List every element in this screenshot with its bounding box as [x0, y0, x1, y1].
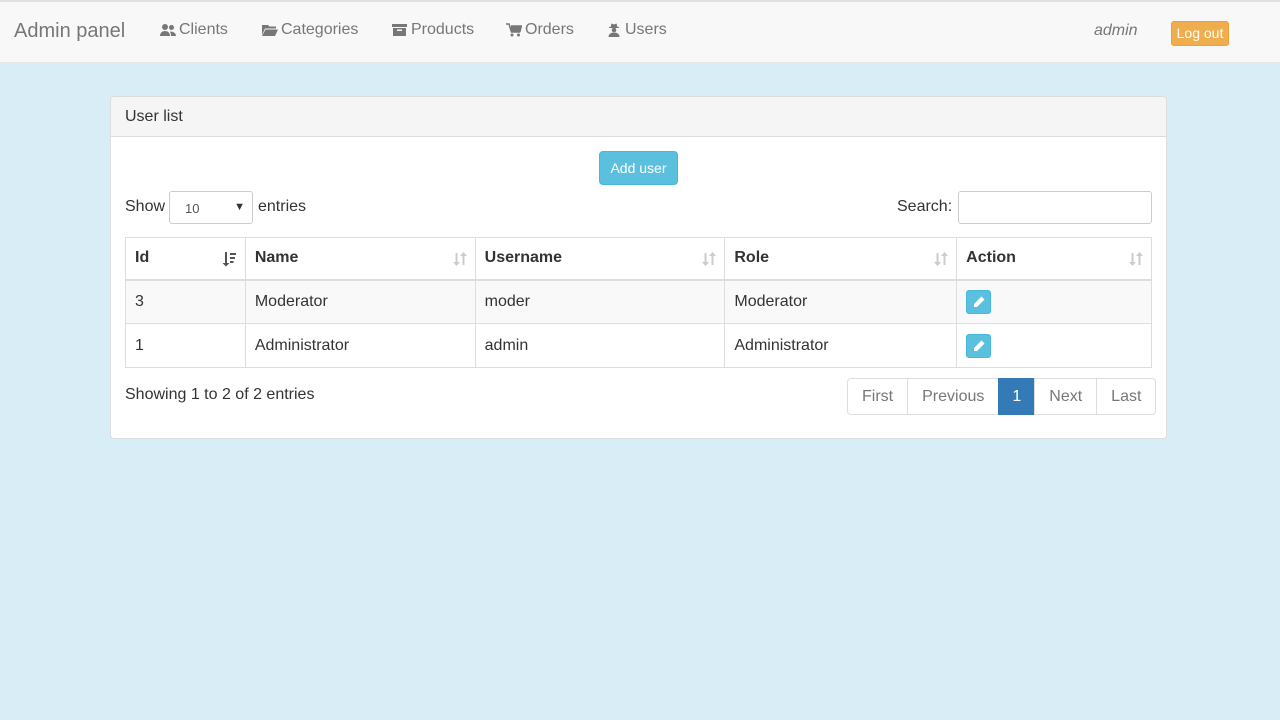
folder-open-icon [262, 25, 278, 36]
table-row: 1 Administrator admin Administrator [125, 323, 1152, 368]
sort-both-icon [702, 252, 717, 266]
cell-role: Administrator [724, 323, 958, 368]
user-list-panel: User list Add user Show 10 ▼ entries Sea… [110, 96, 1167, 439]
archive-icon [392, 24, 407, 36]
column-header-role[interactable]: Role [724, 237, 958, 281]
entries-per-page-select[interactable]: 10 ▼ [169, 191, 253, 224]
table-header-row: Id Name Username Role Action [125, 237, 1152, 281]
cell-username: moder [474, 279, 726, 324]
column-header-label: Username [484, 249, 563, 267]
page-first-button[interactable]: First [847, 378, 909, 415]
panel-title: User list [111, 97, 1166, 137]
sort-both-icon [934, 252, 949, 266]
nav-item-label: Clients [179, 21, 228, 38]
cell-action [956, 279, 1152, 324]
add-user-button[interactable]: Add user [599, 151, 678, 185]
cell-name: Administrator [244, 323, 476, 368]
brand-title[interactable]: Admin panel [14, 20, 125, 43]
entries-selected-value: 10 [185, 201, 200, 216]
caret-down-icon: ▼ [234, 201, 245, 213]
nav-item-label: Orders [525, 21, 574, 38]
table-info-text: Showing 1 to 2 of 2 entries [125, 386, 315, 403]
table-row: 3 Moderator moder Moderator [125, 279, 1152, 324]
users-icon [160, 24, 176, 36]
pagination: First Previous 1 Next Last [847, 378, 1157, 415]
sort-both-icon [1129, 252, 1143, 266]
top-navbar: Admin panel Clients Categories Products … [0, 0, 1280, 63]
cell-id: 1 [125, 323, 246, 368]
edit-user-button[interactable] [966, 289, 992, 314]
nav-item-label: Categories [281, 21, 359, 38]
sort-both-icon [452, 252, 467, 266]
pencil-icon [973, 296, 985, 307]
page-last-button[interactable]: Last [1096, 378, 1157, 415]
page-1-button[interactable]: 1 [998, 378, 1036, 415]
nav-item-products[interactable]: Products [392, 21, 474, 39]
show-label: Show [125, 198, 166, 215]
column-header-id[interactable]: Id [125, 237, 246, 281]
search-label: Search: [897, 198, 953, 215]
column-header-name[interactable]: Name [244, 237, 476, 281]
cell-name: Moderator [244, 279, 476, 324]
column-header-label: Name [254, 249, 299, 267]
cell-action [956, 323, 1152, 368]
column-header-label: Id [135, 249, 150, 267]
nav-item-label: Products [411, 21, 475, 38]
entries-label: entries [258, 198, 307, 215]
cell-username: admin [474, 323, 726, 368]
nav-item-categories[interactable]: Categories [262, 21, 358, 39]
column-header-label: Role [734, 249, 770, 267]
column-header-action[interactable]: Action [956, 237, 1152, 281]
column-header-username[interactable]: Username [474, 237, 726, 281]
user-secret-icon [608, 23, 620, 37]
shopping-cart-icon [506, 23, 522, 37]
nav-item-users[interactable]: Users [606, 21, 667, 39]
column-header-label: Action [966, 249, 1016, 267]
cell-id: 3 [125, 279, 246, 324]
pencil-icon [973, 340, 985, 351]
users-table: Id Name Username Role Action 3 Moderator… [125, 237, 1152, 368]
current-user-name: admin [1094, 22, 1138, 39]
sort-descending-icon [222, 252, 236, 267]
edit-user-button[interactable] [966, 333, 992, 358]
nav-item-label: Users [625, 21, 667, 38]
page-previous-button[interactable]: Previous [907, 378, 1000, 415]
nav-item-orders[interactable]: Orders [506, 21, 574, 39]
search-input[interactable] [958, 191, 1152, 224]
nav-item-clients[interactable]: Clients [160, 21, 228, 39]
page-next-button[interactable]: Next [1034, 378, 1098, 415]
logout-button[interactable]: Log out [1171, 21, 1229, 46]
cell-role: Moderator [724, 279, 958, 324]
